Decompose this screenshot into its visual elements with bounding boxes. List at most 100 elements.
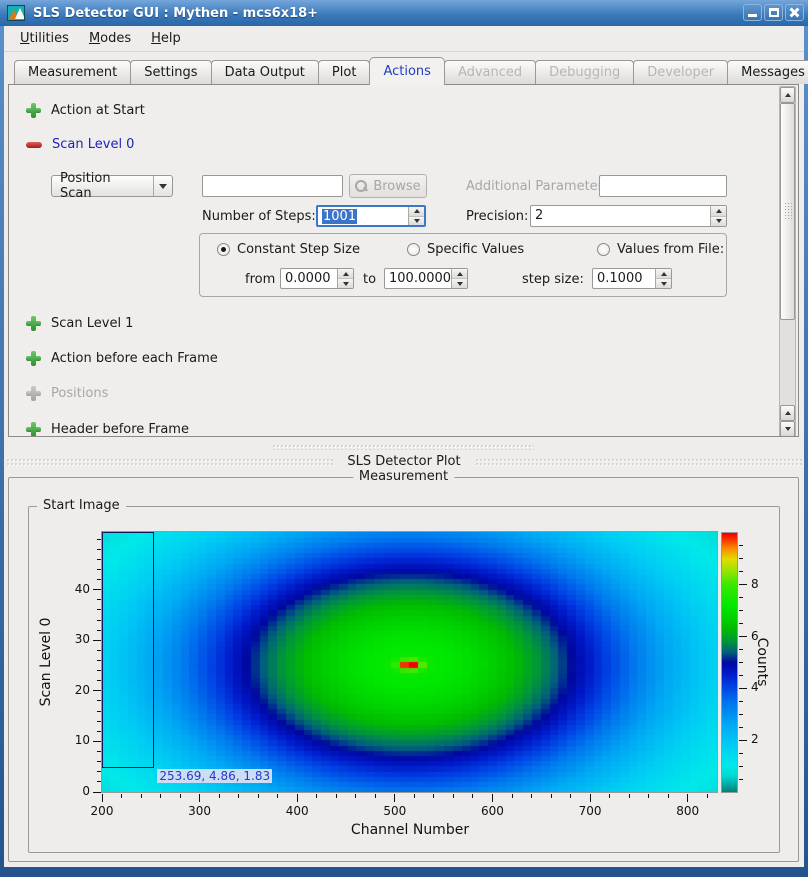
menu-utilities[interactable]: Utilities: [10, 28, 79, 49]
axis-tick: [739, 558, 743, 559]
axis-tick: [739, 753, 743, 754]
menu-help[interactable]: Help: [141, 28, 191, 49]
radio-constant-label: Constant Step Size: [237, 242, 360, 257]
spin-down-icon[interactable]: [452, 279, 467, 288]
axis-tick-label: 400: [279, 804, 315, 818]
maximize-button[interactable]: [764, 4, 783, 21]
collapse-minus-icon[interactable]: [26, 137, 42, 152]
axis-tick: [531, 794, 532, 798]
scroll-down-button[interactable]: [780, 421, 795, 437]
spin-up-icon[interactable]: [656, 269, 671, 279]
to-label: to: [363, 272, 376, 287]
spin-up-icon[interactable]: [409, 207, 424, 217]
number-of-steps-spinbox[interactable]: 1001: [316, 205, 426, 227]
from-spinbox[interactable]: 0.0000: [280, 268, 354, 289]
splitter-handle[interactable]: [272, 444, 534, 450]
expand-plus-icon[interactable]: [26, 316, 41, 331]
action-at-start-label: Action at Start: [51, 103, 145, 118]
plot-dock-titlebar[interactable]: SLS Detector Plot: [6, 454, 802, 469]
spin-down-icon[interactable]: [711, 217, 726, 227]
colorbar-axis-title: Counts: [754, 638, 770, 687]
expand-plus-icon[interactable]: [26, 103, 41, 118]
expand-plus-icon[interactable]: [26, 351, 41, 366]
action-at-start-row[interactable]: Action at Start: [26, 103, 145, 118]
tab-measurement[interactable]: Measurement: [14, 60, 131, 84]
scan-mode-combobox[interactable]: Position Scan: [51, 175, 173, 197]
heatmap-canvas[interactable]: [102, 532, 717, 792]
action-before-frame-row[interactable]: Action before each Frame: [26, 351, 218, 366]
scan-level-0-row[interactable]: Scan Level 0: [26, 137, 134, 152]
minimize-icon: [748, 14, 757, 17]
precision-value: 2: [531, 206, 710, 226]
axis-tick: [97, 690, 101, 691]
axis-tick: [453, 794, 454, 798]
spin-down-icon[interactable]: [409, 217, 424, 226]
axis-tick-label: 300: [182, 804, 218, 818]
axis-tick: [551, 794, 552, 798]
scroll-thumb[interactable]: [780, 103, 795, 320]
heatmap-plot[interactable]: [101, 531, 718, 793]
spin-up-icon[interactable]: [452, 269, 467, 279]
axis-tick: [97, 711, 101, 712]
radio-values-from-file[interactable]: Values from File:: [597, 242, 724, 257]
axis-tick: [102, 794, 103, 798]
spin-up-icon[interactable]: [711, 206, 726, 217]
axis-tick-label: 30: [66, 632, 90, 646]
axis-tick: [739, 636, 743, 637]
expand-plus-icon-disabled: [26, 386, 41, 401]
positions-label: Positions: [51, 386, 108, 401]
spin-up-icon[interactable]: [338, 269, 353, 279]
axis-tick: [375, 794, 376, 798]
radio-specific-values[interactable]: Specific Values: [407, 242, 524, 257]
axis-tick: [97, 771, 101, 772]
dock-texture: [6, 458, 333, 466]
radio-constant-step-size[interactable]: Constant Step Size: [217, 242, 360, 257]
spin-down-icon[interactable]: [338, 279, 353, 288]
menu-modes[interactable]: Modes: [79, 28, 141, 49]
axis-tick: [739, 727, 743, 728]
colorbar: [721, 532, 738, 793]
magnifier-icon: [355, 180, 368, 193]
axis-tick: [199, 794, 200, 798]
scroll-up-button[interactable]: [780, 87, 795, 103]
tab-messages[interactable]: Messages: [727, 60, 808, 84]
axis-tick: [97, 700, 101, 701]
axis-tick-label: 500: [377, 804, 413, 818]
vertical-scrollbar[interactable]: [779, 86, 796, 437]
number-of-steps-value: 1001: [322, 209, 357, 224]
titlebar[interactable]: SLS Detector GUI : Mythen - mcs6x18+: [0, 0, 808, 26]
axis-tick: [160, 794, 161, 798]
axis-tick: [739, 545, 743, 546]
expand-plus-icon[interactable]: [26, 422, 41, 437]
axis-tick: [258, 794, 259, 798]
app-icon: [7, 5, 25, 21]
axis-tick: [97, 620, 101, 621]
chevron-down-icon[interactable]: [153, 176, 172, 196]
axis-tick: [277, 794, 278, 798]
step-size-spinbox[interactable]: 0.1000: [592, 268, 672, 289]
axis-tick-label: 4: [751, 680, 759, 694]
axis-tick-label: 40: [66, 582, 90, 596]
tab-settings[interactable]: Settings: [130, 60, 211, 84]
plot-area: Scan Level 0 Counts Channel Number 01020…: [28, 506, 780, 853]
axis-tick: [97, 761, 101, 762]
axis-tick: [739, 662, 743, 663]
maximize-icon: [769, 8, 779, 17]
to-spinbox[interactable]: 100.0000: [384, 268, 468, 289]
tab-actions[interactable]: Actions: [369, 57, 445, 85]
precision-spinbox[interactable]: 2: [530, 205, 727, 227]
spin-down-icon[interactable]: [656, 279, 671, 288]
axis-tick: [739, 740, 743, 741]
axis-tick-label: 0: [66, 784, 90, 798]
axis-tick: [648, 794, 649, 798]
axis-tick: [97, 792, 101, 793]
scan-level-1-row[interactable]: Scan Level 1: [26, 316, 133, 331]
script-file-input[interactable]: [202, 175, 343, 197]
scroll-up-button-2[interactable]: [780, 405, 795, 421]
minimize-button[interactable]: [743, 4, 762, 21]
tab-data-output[interactable]: Data Output: [211, 60, 319, 84]
axis-tick: [97, 650, 101, 651]
tab-plot[interactable]: Plot: [318, 60, 371, 84]
close-button[interactable]: [785, 4, 804, 21]
header-before-frame-row[interactable]: Header before Frame: [26, 422, 189, 437]
